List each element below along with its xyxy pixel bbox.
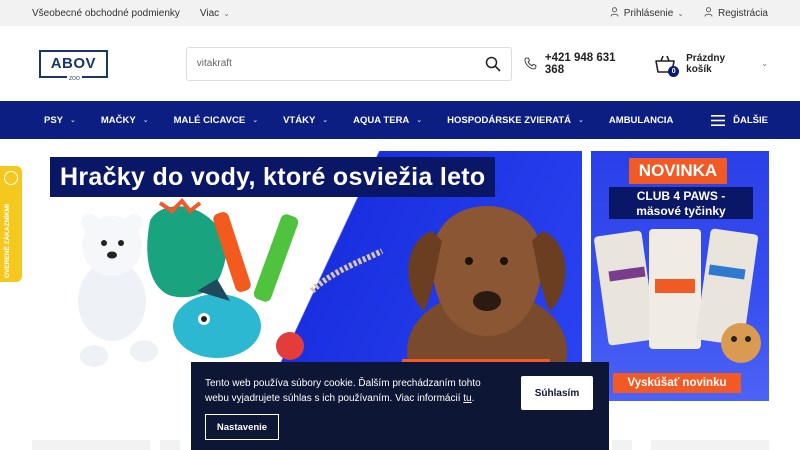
hero-title: Hračky do vody, ktoré osviežia leto: [50, 157, 496, 197]
logo-text: ABOV: [50, 55, 97, 72]
search-icon[interactable]: [485, 56, 501, 72]
nav-item-label: AQUA TERA: [353, 114, 410, 126]
main-nav: PSY ⌄ MAČKY ⌄ MALÉ CICAVCE ⌄ VTÁKY ⌄ AQUA TE…: [0, 101, 800, 139]
top-bar: Všeobecné obchodné podmienky Viac ⌄ Prihl…: [0, 0, 800, 26]
phone-contact[interactable]: +421 948 631 368: [524, 52, 636, 76]
nav-item-male-cicavce[interactable]: MALÉ CICAVCE ⌄: [174, 115, 258, 126]
nav-item-ambulancia[interactable]: AMBULANCIA: [609, 115, 673, 126]
chevron-down-icon: ⌄: [578, 117, 584, 124]
cart-count-badge: 0: [668, 65, 680, 77]
chevron-down-icon: ⌄: [223, 8, 230, 18]
nav-item-vtaky[interactable]: VTÁKY ⌄: [283, 115, 328, 126]
logo-subtext: ZOO: [66, 75, 82, 82]
basket-icon: 0: [654, 54, 680, 77]
nav-more-button[interactable]: ĎALŠIE: [711, 114, 768, 126]
verified-reviews-label: OVERENÉ ZÁKAZNÍKMI: [4, 203, 11, 278]
chevron-down-icon: ⌄: [142, 117, 149, 124]
product-card[interactable]: [160, 440, 180, 450]
cookie-settings-button[interactable]: Nastavenie: [205, 414, 279, 440]
nav-item-label: PSY: [44, 114, 64, 126]
chevron-down-icon: ⌄: [70, 117, 76, 124]
nav-item-label: HOSPODÁRSKE ZVIERATÁ: [447, 114, 572, 126]
badge-icon: [4, 171, 18, 185]
logo[interactable]: ABOV ZOO: [39, 49, 108, 82]
nav-item-macky[interactable]: MAČKY ⌄: [101, 115, 149, 126]
register-link[interactable]: Registrácia: [704, 7, 768, 19]
hamburger-icon: [711, 114, 726, 126]
product-card[interactable]: [651, 440, 769, 450]
nav-more-label: ĎALŠIE: [733, 114, 768, 126]
chevron-down-icon: ⌄: [252, 117, 259, 124]
nav-item-aqua-tera[interactable]: AQUA TERA ⌄: [353, 115, 422, 126]
nav-item-label: AMBULANCIA: [608, 114, 674, 126]
nav-item-label: VTÁKY: [283, 114, 316, 126]
promo-title-line2: mäsové tyčinky: [636, 204, 726, 218]
chevron-down-icon: ⌄: [416, 117, 423, 124]
terms-link[interactable]: Všeobecné obchodné podmienky: [32, 8, 180, 19]
search-box[interactable]: vitakraft: [185, 46, 513, 81]
nav-item-label: MAČKY: [100, 114, 136, 126]
try-new-button[interactable]: Vyskúšať novinku: [613, 373, 741, 393]
verified-reviews-tab[interactable]: OVERENÉ ZÁKAZNÍKMI: [0, 166, 22, 282]
chevron-down-icon: ⌄: [761, 59, 768, 68]
promo-title: CLUB 4 PAWS - mäsové tyčinky: [609, 187, 753, 219]
user-icon: [704, 7, 713, 17]
side-promo-banner[interactable]: NOVINKA CLUB 4 PAWS - mäsové tyčinky Vys…: [591, 151, 769, 401]
promo-title-line1: CLUB 4 PAWS -: [636, 189, 726, 203]
more-label: Viac: [199, 7, 220, 19]
phone-icon: [524, 57, 537, 70]
nav-item-label: MALÉ CICAVCE: [173, 114, 246, 126]
cart-button[interactable]: 0 Prázdny košík ⌄: [654, 52, 768, 77]
search-input[interactable]: vitakraft: [197, 58, 485, 69]
cookie-banner: Tento web používa súbory cookie. Ďalším …: [191, 362, 609, 450]
cookie-message: Tento web používa súbory cookie. Ďalším …: [205, 376, 501, 406]
login-label: Prihlásenie: [623, 8, 674, 19]
accept-cookies-button[interactable]: Súhlasím: [521, 376, 593, 410]
new-badge: NOVINKA: [629, 158, 727, 184]
site-header: ABOV ZOO vitakraft +421 948 631 368 0 Pr…: [0, 26, 800, 101]
user-icon: [610, 7, 619, 17]
nav-item-psy[interactable]: PSY ⌄: [44, 115, 76, 126]
chevron-down-icon: ⌄: [677, 9, 684, 18]
login-link[interactable]: Prihlásenie ⌄: [610, 7, 684, 19]
nav-item-hospodarske-zvierata[interactable]: HOSPODÁRSKE ZVIERATÁ ⌄: [447, 115, 584, 126]
product-card[interactable]: [32, 440, 150, 450]
cookie-info-link[interactable]: tu: [463, 393, 471, 404]
more-menu[interactable]: Viac ⌄: [200, 8, 230, 19]
register-label: Registrácia: [717, 8, 768, 19]
chevron-down-icon: ⌄: [322, 117, 329, 124]
phone-number: +421 948 631 368: [544, 51, 616, 76]
cart-label: Prázdny košík: [686, 52, 726, 75]
product-card[interactable]: [612, 440, 632, 450]
cookie-text: Tento web používa súbory cookie. Ďalším …: [205, 378, 481, 404]
cookie-text-end: .: [471, 393, 475, 404]
